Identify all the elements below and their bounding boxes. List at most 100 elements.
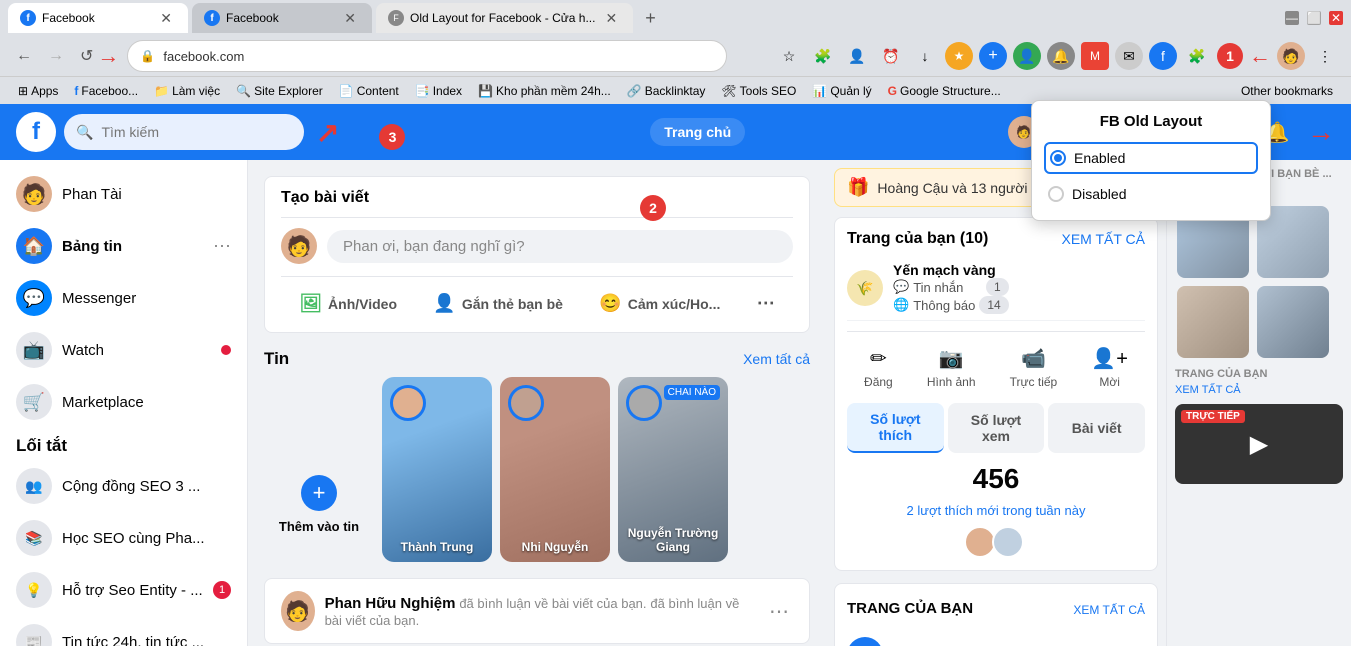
ext-person[interactable]: 👤 [1013,42,1041,70]
tab-close-3[interactable]: ✕ [601,8,621,29]
more-icon: ⋯ [757,293,775,314]
story-name-2: Nhi Nguyễn [500,540,610,554]
popup-disabled-option[interactable]: Disabled [1044,180,1258,208]
ext-gmail[interactable]: M [1081,42,1109,70]
bookmark-quanly[interactable]: 📊 Quản lý [806,82,877,100]
other-bookmarks[interactable]: Other bookmarks [1235,82,1339,100]
bookmark-google[interactable]: G Google Structure... [882,82,1007,100]
page-item-1[interactable]: 🌾 Yến mạch vàng 💬 Tin nhắn 1 🌐 Thông báo… [847,256,1145,321]
bangtin-more[interactable]: ⋯ [213,236,231,257]
bookmark-apps[interactable]: ⊞ Apps [12,82,64,100]
shortcut-4[interactable]: 📰 Tin tức 24h, tin tức ... [8,616,239,646]
hinh-anh-action[interactable]: 📷 Hình ảnh [915,340,988,395]
pages-see-all[interactable]: XEM TẤT CẢ [1061,231,1145,247]
bookmark-lamviec[interactable]: 📁 Làm việc [148,82,226,100]
video-game-card: ▶ TRỰC TIẾP [1175,404,1343,484]
star-icon[interactable]: ☆ [775,42,803,70]
story-avatar-ring-1 [390,385,426,421]
url-bar[interactable]: 🔒 facebook.com [127,40,727,72]
shortcut-1[interactable]: 👥 Cộng đồng SEO 3 ... [8,460,239,512]
news-post-more-icon[interactable]: ⋯ [765,595,793,628]
sidebar-item-marketplace[interactable]: 🛒 Marketplace [8,376,239,428]
toolbar-right: ☆ 🧩 👤 ⏰ ↓ ★ + 👤 🔔 M ✉ f 🧩 1 ← 🧑 ⋮ [775,42,1339,70]
history-icon[interactable]: ⏰ [877,42,905,70]
create-post-input[interactable]: Phan ơi, bạn đang nghĩ gì? [327,230,793,263]
tab-close-2[interactable]: ✕ [340,8,360,29]
dang-action[interactable]: ✏ Đăng [852,340,905,395]
reload-button[interactable]: ↺ [76,42,97,70]
download-icon[interactable]: ↓ [911,42,939,70]
browser-chrome: f Facebook ✕ f Facebook ✕ F Old Layout f… [0,0,1351,104]
popup-enabled-option[interactable]: Enabled [1044,142,1258,174]
shortcut-3[interactable]: 💡 Hỗ trợ Seo Entity - ... 1 [8,564,239,616]
bookmark-facebook[interactable]: f Faceboo... [68,82,144,100]
fb-logo[interactable]: f [16,112,56,152]
so-luot-xem-tab[interactable]: Số lượt xem [948,403,1045,453]
bookmark-content[interactable]: 📄 Content [333,82,405,100]
friend-thumb-4[interactable] [1257,286,1329,358]
maximize-button[interactable]: ⬜ [1307,11,1321,25]
ext-puzzle[interactable]: 🧩 [1183,42,1211,70]
ext-user-avatar[interactable]: 🧑 [1277,42,1305,70]
back-button[interactable]: ← [12,43,36,69]
friend-thumb-3[interactable] [1177,286,1249,358]
sidebar-item-bangstin[interactable]: 🏠 Bảng tin ⋯ [8,220,239,272]
ext-fb-blue[interactable]: f [1149,42,1177,70]
more-menu-icon[interactable]: ⋮ [1311,42,1339,70]
video-play-icon[interactable]: ▶ [1250,430,1268,459]
ext-blue-plus[interactable]: + [979,42,1007,70]
minimize-button[interactable]: — [1285,11,1299,25]
bookmark-toolsseo[interactable]: 🛠 Tools SEO [715,82,802,100]
story-card-3[interactable]: CHAI NÀO Nguyễn Trường Giang [618,377,728,562]
bookmark-backlinktay[interactable]: 🔗 Backlinktay [621,82,712,100]
bookmark-siteexplorer[interactable]: 🔍 Site Explorer [230,82,329,100]
ext-yellow[interactable]: ★ [945,42,973,70]
tin-nhan-label: Tin nhắn [913,280,963,295]
sidebar-item-messenger[interactable]: 💬 Messenger [8,272,239,324]
story-add-card[interactable]: + Thêm vào tin [264,377,374,562]
extension-puzzle-icon[interactable]: 🧩 [809,42,837,70]
create-feeling-action[interactable]: 😊 Cảm xúc/Ho... [587,287,732,320]
bookmark-index[interactable]: 📑 Index [409,82,468,100]
backlinkaz-item[interactable]: B BacklinkAZ - Dịch v... 9 [847,631,1145,646]
story-card-2[interactable]: Nhi Nguyễn [500,377,610,562]
far-right-see-all[interactable]: XEM TẤT CẢ [1175,384,1343,396]
bai-viet-tab[interactable]: Bài viết [1048,403,1145,453]
create-tag-action[interactable]: 👤 Gắn thẻ bạn bè [421,287,575,320]
tab-favicon-3: F [388,10,404,26]
news-post-name[interactable]: Phan Hữu Nghiệm [325,595,456,612]
tab-facebook-1[interactable]: f Facebook ✕ [8,3,188,33]
search-input[interactable] [101,124,261,140]
so-luot-thich-tab[interactable]: Số lượt thích [847,403,944,453]
story-card-1[interactable]: Thành Trung [382,377,492,562]
new-tab-button[interactable]: + [637,4,664,33]
radio-disabled [1048,186,1064,202]
account-icon[interactable]: 👤 [843,42,871,70]
backlinkaz-icon: B [847,637,883,646]
tab-close-1[interactable]: ✕ [156,8,176,29]
stories-see-all[interactable]: Xem tất cả [743,351,810,367]
tab-facebook-2[interactable]: f Facebook ✕ [192,3,372,33]
truc-tiep-action[interactable]: 📹 Trực tiếp [998,340,1070,395]
sidebar-item-watch[interactable]: 📺 Watch [8,324,239,376]
create-post-actions: 🖼 Ảnh/Video 👤 Gắn thẻ bạn bè 😊 Cảm xúc/H… [281,276,793,320]
tab-old-layout[interactable]: F Old Layout for Facebook - Cửa h... ✕ [376,3,633,33]
page-notify-row: 🌐 Thông báo 14 [893,296,1009,314]
trang-xem-tat-ca[interactable]: XEM TẤT CẢ [1073,603,1145,617]
create-more-action[interactable]: ⋯ [745,287,787,320]
create-photo-action[interactable]: 🖼 Ảnh/Video [287,287,409,320]
shortcut-3-badge: 1 [213,581,231,599]
forward-button[interactable]: → [44,43,68,69]
ext-bell[interactable]: 🔔 [1047,42,1075,70]
moi-action[interactable]: 👤+ Mời [1079,340,1140,395]
ext-email[interactable]: ✉ [1115,42,1143,70]
home-button[interactable]: Trang chủ [650,118,745,146]
bookmark-khophm[interactable]: 💾 Kho phần mềm 24h... [472,82,617,100]
pages-card: Trang của bạn (10) XEM TẤT CẢ 🌾 Yến mạch… [834,217,1158,571]
shortcut-2[interactable]: 📚 Học SEO cùng Pha... [8,512,239,564]
close-button[interactable]: ✕ [1329,11,1343,25]
sidebar-user-item[interactable]: 🧑 Phan Tài [8,168,239,220]
fb-search-bar[interactable]: 🔍 [64,114,304,150]
stat-sub-text[interactable]: 2 lượt thích mới trong tuần này [847,503,1145,518]
tag-icon: 👤 [433,293,455,314]
